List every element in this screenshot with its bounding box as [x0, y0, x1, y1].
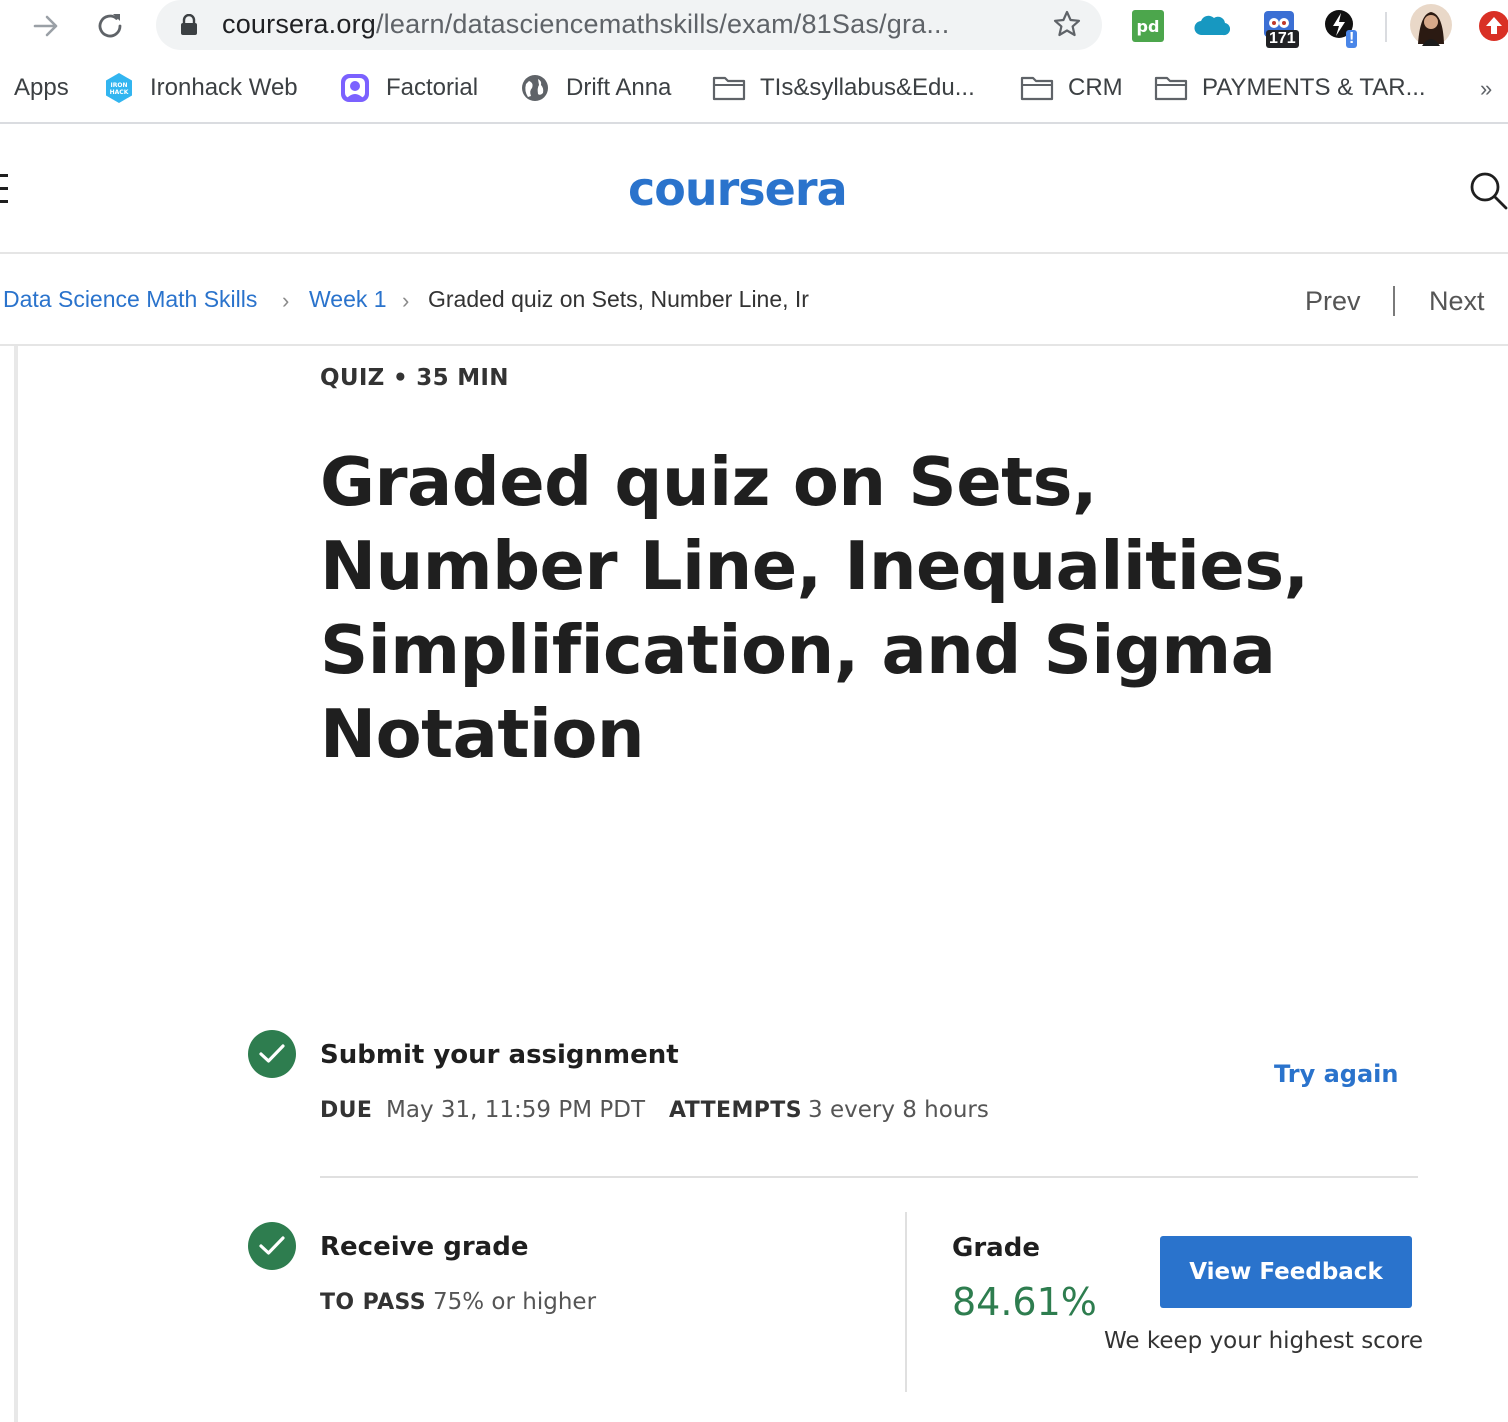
site-header: coursera — [0, 126, 1508, 254]
bolt-extension-icon[interactable]: ! — [1322, 8, 1358, 48]
bookmark-label: Apps — [14, 74, 69, 101]
due-value: May 31, 11:59 PM PDT — [386, 1097, 645, 1123]
pagerduty-extension-icon[interactable]: pd — [1130, 8, 1166, 44]
search-icon[interactable] — [1468, 170, 1508, 215]
update-arrow-icon[interactable] — [1476, 8, 1508, 44]
bookmark-folder-payments[interactable]: PAYMENTS & TAR... — [1154, 72, 1426, 104]
menu-icon[interactable] — [0, 174, 8, 204]
svg-text:pd: pd — [1137, 17, 1160, 36]
bookmarks-overflow-chevron-icon[interactable]: » — [1480, 76, 1492, 102]
coursera-logo[interactable]: coursera — [628, 162, 848, 216]
breadcrumb-week-link[interactable]: Week 1 — [309, 286, 387, 313]
globe-icon — [518, 72, 552, 104]
quiz-meta: QUIZ • 35 MIN — [320, 365, 509, 391]
breadcrumb-course-link[interactable]: Data Science Math Skills — [3, 286, 257, 313]
url-text[interactable]: coursera.org/learn/datasciencemathskills… — [222, 9, 949, 40]
bookmark-label: TIs&syllabus&Edu... — [760, 74, 975, 101]
due-label: DUE — [320, 1098, 373, 1123]
profile-avatar[interactable] — [1410, 4, 1452, 46]
bookmark-drift-anna[interactable]: Drift Anna — [518, 72, 671, 104]
folder-icon — [712, 72, 746, 104]
toolbar-separator — [1385, 12, 1387, 42]
mail-counter-extension-icon[interactable]: 171 — [1262, 8, 1299, 48]
folder-icon — [1020, 72, 1054, 104]
view-feedback-button[interactable]: View Feedback — [1160, 1236, 1412, 1308]
bookmark-label: PAYMENTS & TAR... — [1202, 74, 1426, 101]
bookmark-folder-tis-syllabus[interactable]: TIs&syllabus&Edu... — [712, 72, 975, 104]
bookmark-factorial[interactable]: Factorial — [338, 72, 478, 104]
grade-label: Grade — [952, 1233, 1040, 1263]
prev-button[interactable]: Prev — [1305, 286, 1361, 317]
bookmark-folder-crm[interactable]: CRM — [1020, 72, 1123, 104]
folder-icon — [1154, 72, 1188, 104]
next-button[interactable]: Next — [1429, 286, 1485, 317]
factorial-icon — [338, 72, 372, 104]
bookmark-label: CRM — [1068, 74, 1123, 101]
page-title: Graded quiz on Sets, Number Line, Inequa… — [320, 443, 1309, 773]
svg-text:HACK: HACK — [110, 89, 129, 96]
left-rail-border — [14, 346, 18, 1422]
bookmark-label: Ironhack Web — [150, 74, 298, 101]
extension-badge-count: 171 — [1266, 30, 1299, 48]
to-pass-label: TO PASS — [320, 1290, 427, 1315]
chevron-right-icon: › — [282, 288, 290, 313]
try-again-link[interactable]: Try again — [1274, 1060, 1398, 1088]
grade-value: 84.61% — [952, 1280, 1097, 1324]
extension-alert-badge: ! — [1346, 30, 1358, 48]
bookmark-star-icon[interactable] — [1052, 9, 1082, 44]
breadcrumb-current: Graded quiz on Sets, Number Line, Ir — [428, 286, 809, 312]
prev-next-divider — [1393, 286, 1395, 316]
lock-icon[interactable] — [180, 13, 198, 41]
submit-assignment-title: Submit your assignment — [320, 1040, 679, 1070]
to-pass-value: 75% or higher — [433, 1289, 597, 1315]
ironhack-icon: IRON HACK — [102, 72, 136, 104]
grade-divider — [905, 1212, 907, 1392]
highest-score-note: We keep your highest score — [1104, 1328, 1424, 1354]
receive-grade-title: Receive grade — [320, 1232, 529, 1262]
check-circle-icon — [248, 1222, 296, 1270]
bookmark-ironhack-web[interactable]: IRON HACK Ironhack Web — [102, 72, 298, 104]
attempts-label: ATTEMPTS — [669, 1098, 802, 1123]
breadcrumb: Data Science Math Skills › Week 1 › Grad… — [0, 256, 1508, 346]
forward-arrow-icon[interactable] — [26, 6, 66, 46]
bookmark-label: Drift Anna — [566, 74, 672, 101]
chevron-right-icon: › — [402, 288, 410, 313]
bookmarks-bar: Apps IRON HACK Ironhack Web Factorial Dri… — [0, 52, 1508, 124]
svg-text:IRON: IRON — [111, 82, 128, 89]
check-circle-icon — [248, 1030, 296, 1078]
reload-icon[interactable] — [90, 6, 130, 46]
salesforce-extension-icon[interactable] — [1194, 8, 1230, 44]
bookmark-label: Factorial — [386, 74, 479, 101]
bookmark-apps[interactable]: Apps — [14, 72, 69, 104]
attempts-value: 3 every 8 hours — [808, 1097, 989, 1123]
browser-toolbar: coursera.org/learn/datasciencemathskills… — [0, 0, 1508, 52]
section-divider — [320, 1176, 1418, 1178]
address-bar[interactable]: coursera.org/learn/datasciencemathskills… — [156, 0, 1102, 50]
